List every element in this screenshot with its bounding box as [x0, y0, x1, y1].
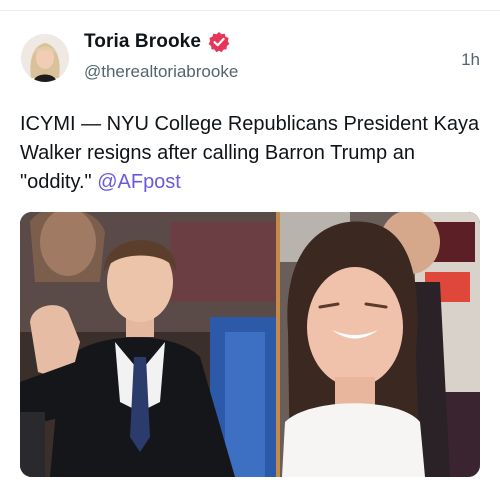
author-handle[interactable]: @therealtoriabrooke	[84, 62, 238, 82]
right-photo[interactable]	[280, 212, 480, 477]
verified-badge-icon	[208, 32, 230, 53]
author-name-row: Toria Brooke	[84, 31, 230, 53]
mention-link[interactable]: @AFpost	[97, 171, 181, 193]
top-divider	[0, 10, 500, 11]
left-photo[interactable]	[20, 212, 276, 477]
post-timestamp[interactable]: 1h	[461, 50, 480, 70]
author-avatar[interactable]	[21, 34, 69, 82]
author-name[interactable]: Toria Brooke	[84, 31, 201, 53]
post-media[interactable]	[20, 212, 480, 477]
post-text: ICYMI — NYU College Republicans Presiden…	[20, 110, 482, 197]
post-body-text: ICYMI — NYU College Republicans Presiden…	[20, 113, 480, 193]
